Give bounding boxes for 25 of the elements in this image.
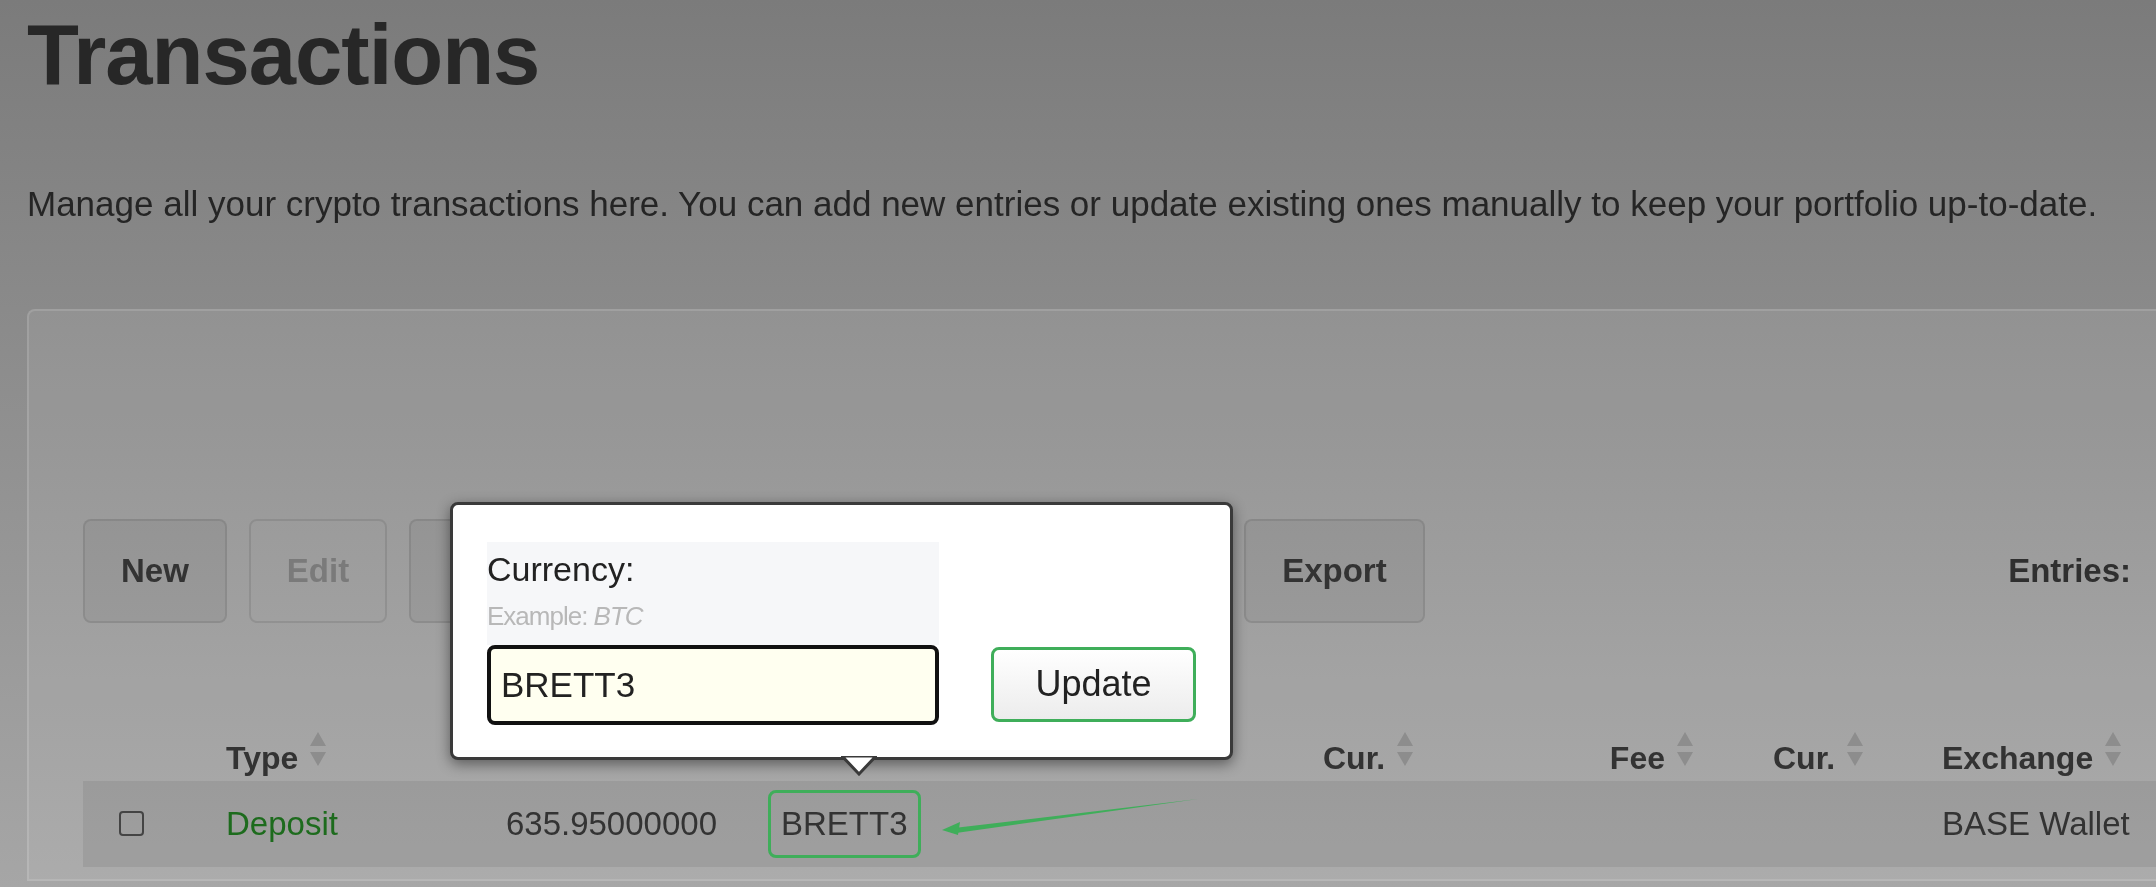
- transaction-type: Deposit: [226, 804, 338, 843]
- toolbar-button[interactable]: Export: [1244, 518, 1425, 623]
- currency-field[interactable]: BRETT3: [487, 644, 939, 725]
- sort-icon[interactable]: [1677, 732, 1693, 767]
- table-cell: 635.95000000: [505, 804, 717, 843]
- toolbar-button[interactable]: New: [83, 518, 227, 623]
- entries-label: Entries:: [2008, 551, 2131, 590]
- column-header[interactable]: Type: [226, 739, 299, 777]
- column-header[interactable]: Exchange: [1942, 739, 2094, 777]
- sort-icon[interactable]: [310, 732, 327, 767]
- table-row[interactable]: Deposit 635.95000000 BRETT3 BASE Wallet: [83, 780, 2156, 867]
- sort-icon[interactable]: [1397, 732, 1414, 767]
- table-cell: BASE Wallet: [1942, 804, 2130, 843]
- page-description: Manage all your crypto transactions here. You can add new entries or update existing ones manually to keep your portfolio up-to-date.: [27, 183, 2099, 224]
- sort-icon[interactable]: [1847, 732, 1864, 767]
- sort-icon[interactable]: [2105, 732, 2122, 767]
- update-button[interactable]: Update: [991, 646, 1196, 722]
- column-header[interactable]: Cur.: [1773, 739, 1836, 777]
- page-title: Transactions: [27, 6, 541, 104]
- row-checkbox[interactable]: [119, 811, 144, 837]
- field-hint: Example: BTC: [487, 600, 645, 632]
- column-header[interactable]: Cur.: [1323, 739, 1386, 777]
- field-label: Currency:: [487, 549, 636, 589]
- table-cell[interactable]: BRETT3: [768, 789, 921, 858]
- column-header[interactable]: Fee: [1609, 739, 1665, 777]
